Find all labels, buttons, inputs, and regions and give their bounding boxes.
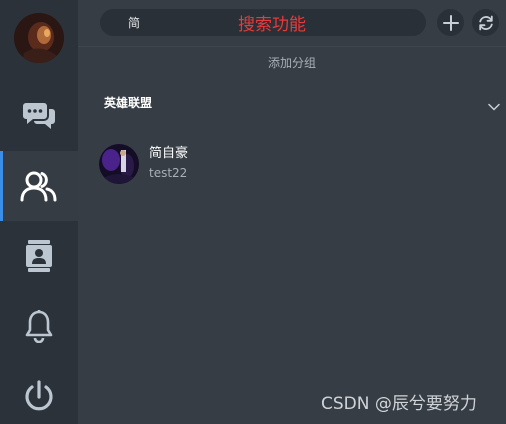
sidebar-item-logout[interactable]	[0, 362, 78, 424]
plus-icon	[442, 14, 459, 31]
chat-icon	[23, 103, 55, 129]
power-icon	[25, 380, 53, 411]
add-button[interactable]	[437, 9, 464, 36]
add-group-button[interactable]: 添加分组	[78, 55, 506, 71]
avatar-image	[14, 13, 64, 63]
group-header[interactable]: 英雄联盟	[78, 92, 506, 114]
friend-avatar	[99, 144, 139, 184]
user-avatar[interactable]	[14, 13, 64, 63]
search-annotation: 搜索功能	[238, 15, 306, 35]
contact-book-icon	[26, 240, 52, 272]
bell-icon	[25, 310, 53, 343]
chevron-down-icon	[488, 96, 500, 115]
sidebar-item-chat[interactable]	[0, 81, 78, 151]
sidebar-item-contacts[interactable]	[0, 221, 78, 291]
friend-avatar-image	[99, 144, 139, 184]
friends-icon	[20, 171, 57, 202]
watermark: CSDN @辰兮要努力	[321, 394, 477, 414]
search-input[interactable]	[128, 9, 228, 36]
header-divider	[78, 46, 506, 47]
sidebar-item-friends[interactable]	[0, 151, 78, 221]
friend-name: 简自豪	[149, 146, 189, 161]
friend-subtitle: test22	[149, 166, 188, 180]
friend-list-item[interactable]: 简自豪 test22	[78, 140, 506, 188]
group-name: 英雄联盟	[104, 96, 153, 110]
sidebar-item-notifications[interactable]	[0, 291, 78, 361]
chat-app: 搜索功能 添加分组 英雄联盟	[0, 0, 506, 424]
sidebar	[0, 0, 78, 424]
refresh-button[interactable]	[472, 9, 499, 36]
refresh-icon	[478, 15, 493, 30]
